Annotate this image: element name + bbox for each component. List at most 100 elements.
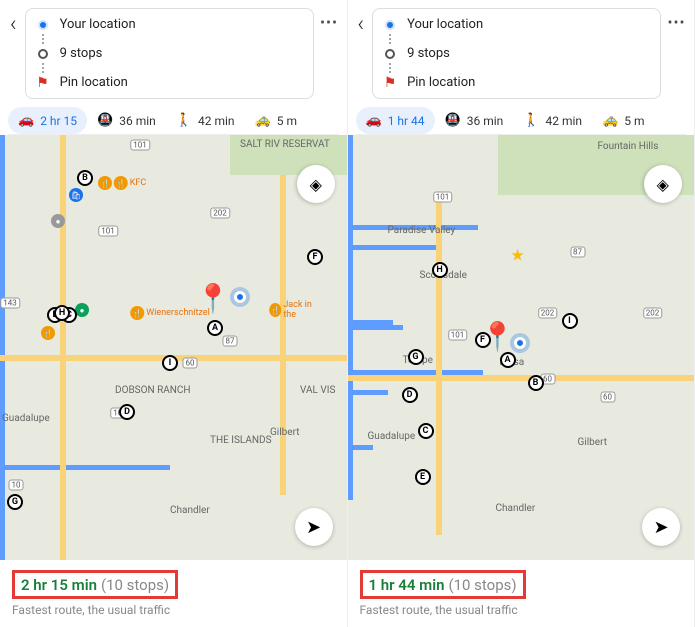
stops-summary[interactable]: Your location 9 stops ⚑ Pin location (372, 8, 661, 99)
pin-icon: ⚑ (36, 76, 49, 90)
shopping-icon: 🛍 (69, 188, 83, 202)
recenter-button[interactable]: ➤ (642, 508, 680, 546)
destination-pin-icon[interactable]: 📍 (480, 320, 515, 353)
mode-drive[interactable]: 🚗1 hr 44 (356, 107, 435, 134)
pin-location-label: Pin location (407, 75, 475, 90)
pin-icon: ● (75, 303, 89, 317)
poi-marker[interactable]: ● (75, 303, 89, 317)
poi-shopping[interactable]: 🛍 (69, 188, 83, 202)
city-label: Gilbert (578, 437, 608, 448)
mode-walk[interactable]: 🚶42 min (166, 107, 245, 134)
waypoint-d[interactable]: D (119, 404, 135, 420)
travel-modes: 🚗2 hr 15 🚇36 min 🚶42 min 🚕5 m (8, 107, 339, 135)
waypoint-i[interactable]: I (162, 355, 178, 371)
result-highlight: 1 hr 44 min (10 stops) (360, 570, 526, 599)
waypoint-b[interactable]: B (77, 170, 93, 186)
layers-icon: ◈ (657, 175, 669, 194)
right-panel: ‹ Your location 9 stops ⚑ Pin location ⋯ (348, 0, 695, 627)
overflow-menu-button[interactable]: ⋯ (320, 8, 339, 37)
restaurant-icon: 🍴 (114, 176, 128, 190)
waypoint-e[interactable]: E (415, 469, 431, 485)
hwy-shield: 87 (223, 336, 238, 347)
hwy-shield: 202 (538, 308, 558, 319)
poi-kfc[interactable]: 🍴KFC (114, 176, 146, 190)
waypoint-i[interactable]: I (562, 313, 578, 329)
walk-icon: 🚶 (176, 113, 192, 128)
restaurant-icon: 🍴 (269, 303, 281, 317)
transit-icon: 🚇 (97, 113, 113, 128)
stops-summary[interactable]: Your location 9 stops ⚑ Pin location (25, 8, 314, 99)
layers-icon: ◈ (309, 175, 321, 194)
map-canvas[interactable]: SALT RIV RESERVAT DOBSON RANCH VAL VIS T… (0, 135, 347, 560)
walk-icon: 🚶 (523, 113, 539, 128)
city-label: Guadalupe (368, 431, 416, 442)
car-icon: 🚗 (366, 113, 382, 128)
waypoint-a[interactable]: A (207, 320, 223, 336)
city-label: SALT RIV RESERVAT (240, 139, 330, 150)
poi-marker[interactable]: ● (51, 214, 65, 228)
navigation-icon: ➤ (306, 517, 321, 538)
poi-restaurant[interactable]: 🍴 (98, 176, 112, 190)
mode-rideshare[interactable]: 🚕5 m (245, 107, 307, 134)
your-location-label: Your location (407, 17, 483, 32)
current-location-dot (514, 337, 526, 349)
hwy-shield: 143 (0, 298, 20, 309)
result-time: 1 hr 44 min (369, 576, 445, 594)
waypoint-h[interactable]: H (432, 262, 448, 278)
poi-restaurant[interactable]: 🍴 (41, 326, 55, 340)
overflow-menu-button[interactable]: ⋯ (667, 8, 686, 37)
pin-location-label: Pin location (60, 75, 128, 90)
location-dot-icon (38, 20, 48, 30)
city-label: Fountain Hills (598, 141, 659, 152)
your-location-label: Your location (60, 17, 136, 32)
restaurant-icon: 🍴 (41, 326, 55, 340)
result-stops: (10 stops) (101, 576, 169, 594)
top-section: ‹ Your location 9 stops ⚑ Pin location ⋯ (0, 0, 347, 135)
rideshare-icon: 🚕 (602, 113, 618, 128)
stop-ring-icon (38, 49, 48, 59)
city-label: Chandler (170, 505, 210, 516)
waypoint-a[interactable]: A (500, 352, 516, 368)
waypoint-f[interactable]: F (307, 249, 323, 265)
restaurant-icon: 🍴 (98, 176, 112, 190)
back-button[interactable]: ‹ (8, 8, 19, 41)
mode-transit[interactable]: 🚇36 min (435, 107, 514, 134)
transit-icon: 🚇 (445, 113, 461, 128)
restaurant-icon: 🍴 (130, 306, 144, 320)
poi-jack[interactable]: 🍴Jack in the (269, 300, 321, 320)
waypoint-c[interactable]: C (418, 423, 434, 439)
city-label: Chandler (496, 503, 536, 514)
stop-ring-icon (385, 49, 395, 59)
city-label: Paradise Valley (388, 225, 456, 236)
travel-modes: 🚗1 hr 44 🚇36 min 🚶42 min 🚕5 m (356, 107, 687, 135)
result-subtitle: Fastest route, the usual traffic (12, 603, 335, 617)
hwy-shield: 202 (210, 208, 230, 219)
map-canvas[interactable]: Fountain Hills Paradise Valley Scottsdal… (348, 135, 695, 560)
waypoint-h[interactable]: H (54, 305, 70, 321)
waypoint-g[interactable]: G (7, 494, 23, 510)
mode-walk[interactable]: 🚶42 min (513, 107, 592, 134)
map-background: SALT RIV RESERVAT DOBSON RANCH VAL VIS T… (0, 135, 347, 560)
city-label: VAL VIS (300, 385, 335, 396)
result-sheet[interactable]: 1 hr 44 min (10 stops) Fastest route, th… (348, 560, 695, 627)
hwy-shield: 87 (570, 247, 585, 258)
mode-rideshare[interactable]: 🚕5 m (592, 107, 654, 134)
stops-count-label: 9 stops (60, 46, 103, 61)
back-button[interactable]: ‹ (356, 8, 367, 41)
navigation-icon: ➤ (653, 517, 668, 538)
stops-count-label: 9 stops (407, 46, 450, 61)
result-sheet[interactable]: 2 hr 15 min (10 stops) Fastest route, th… (0, 560, 347, 627)
recenter-button[interactable]: ➤ (295, 508, 333, 546)
waypoint-d[interactable]: D (402, 387, 418, 403)
city-label: Gilbert (270, 427, 300, 438)
mode-drive[interactable]: 🚗2 hr 15 (8, 107, 87, 134)
destination-pin-icon[interactable]: 📍 (196, 282, 231, 315)
car-icon: 🚗 (18, 113, 34, 128)
hwy-shield: 10 (9, 480, 24, 491)
mode-transit[interactable]: 🚇36 min (87, 107, 166, 134)
city-label: THE ISLANDS (210, 435, 272, 446)
starred-place-icon[interactable]: ★ (510, 246, 524, 265)
result-highlight: 2 hr 15 min (10 stops) (12, 570, 178, 599)
waypoint-g[interactable]: G (408, 349, 424, 365)
waypoint-b[interactable]: B (528, 375, 544, 391)
